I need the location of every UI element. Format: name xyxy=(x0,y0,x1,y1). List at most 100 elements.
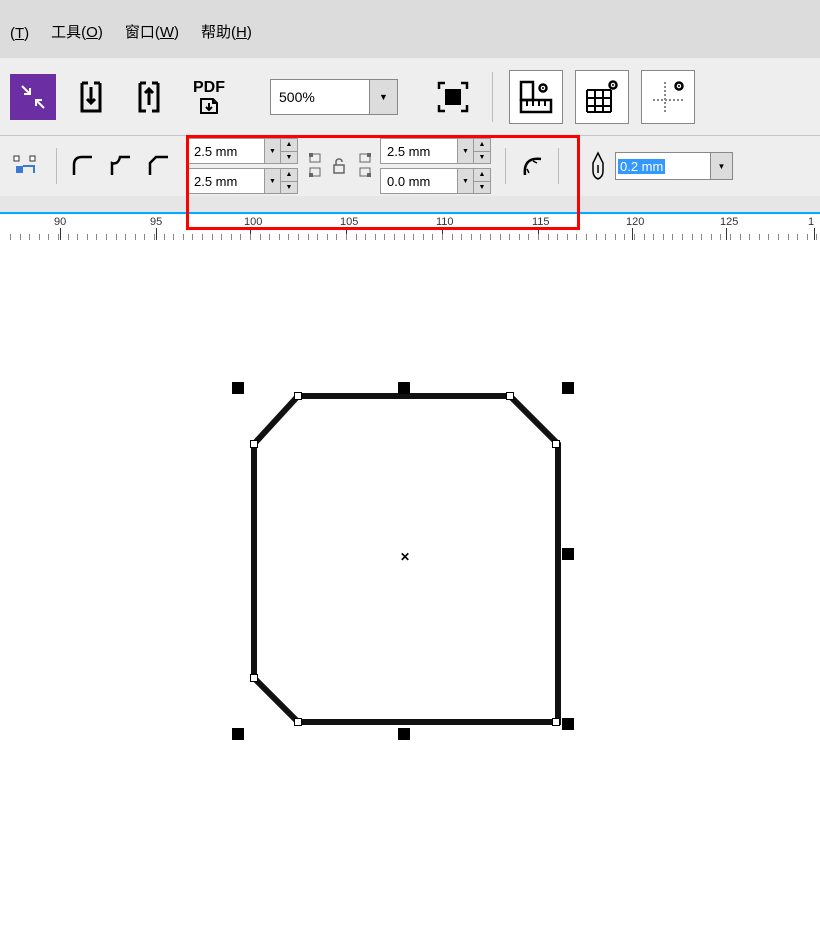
corner-tr-down[interactable]: ▼ xyxy=(474,152,490,164)
zoom-input[interactable]: 500% xyxy=(270,79,370,115)
corner-tr-spinner: 2.5 mm ▼ ▲ ▼ xyxy=(380,138,491,164)
scallop-corner-button[interactable] xyxy=(105,150,137,182)
node-handle[interactable] xyxy=(506,392,514,400)
corner-tl-unit-dd[interactable]: ▼ xyxy=(265,139,281,163)
rulers-toggle[interactable] xyxy=(509,70,563,124)
rotation-center-marker[interactable]: ✕ xyxy=(400,550,410,564)
gap-bar xyxy=(0,196,820,212)
corner-tr-unit-dd[interactable]: ▼ xyxy=(458,139,474,163)
grid-toggle[interactable] xyxy=(575,70,629,124)
export-button[interactable] xyxy=(126,74,172,120)
tl-corner-indicator xyxy=(308,153,324,165)
ruler-label: 115 xyxy=(532,216,550,228)
outline-width-control: 0.2 mm ▼ xyxy=(589,151,733,181)
export-icon xyxy=(131,79,167,115)
import-button[interactable] xyxy=(68,74,114,120)
ruler-label: 1 xyxy=(808,216,814,228)
pdf-icon xyxy=(197,97,221,115)
corner-bl-down[interactable]: ▼ xyxy=(281,182,297,194)
ruler-label: 100 xyxy=(244,216,262,228)
toolbar-main: PDF 500% ▼ xyxy=(0,58,820,136)
corner-left-stack: 2.5 mm ▼ ▲ ▼ 2.5 mm ▼ ▲ ▼ xyxy=(187,138,298,194)
corner-right-stack: 2.5 mm ▼ ▲ ▼ 0.0 mm ▼ ▲ ▼ xyxy=(380,138,491,194)
br-corner-indicator xyxy=(358,167,374,179)
node-handle[interactable] xyxy=(250,440,258,448)
corner-br-unit-dd[interactable]: ▼ xyxy=(458,169,474,193)
selection-handle-tl[interactable] xyxy=(232,382,244,394)
canvas-area[interactable]: ✕ xyxy=(0,240,820,920)
pdf-label: PDF xyxy=(193,79,225,97)
corner-lock-toggle[interactable] xyxy=(330,158,348,174)
chamfer-corner-button[interactable] xyxy=(143,150,175,182)
outline-width-input[interactable]: 0.2 mm xyxy=(615,152,711,180)
relative-corner-icon xyxy=(519,153,545,179)
arrows-in-icon xyxy=(19,83,47,111)
ruler-label: 90 xyxy=(54,216,66,228)
corner-bl-up[interactable]: ▲ xyxy=(281,169,297,182)
selection-handle-tm[interactable] xyxy=(398,382,410,394)
selection-handle-bl[interactable] xyxy=(232,728,244,740)
corner-tr-up[interactable]: ▲ xyxy=(474,139,490,152)
node-handle[interactable] xyxy=(552,440,560,448)
zoom-control: 500% ▼ xyxy=(270,79,398,115)
menu-bar: (T) 工具(O) 窗口(W) 帮助(H) xyxy=(0,0,820,58)
grid-icon xyxy=(583,78,621,116)
node-handle[interactable] xyxy=(294,718,302,726)
selection-handle-tr[interactable] xyxy=(562,382,574,394)
zoom-dropdown[interactable]: ▼ xyxy=(370,79,398,115)
node-handle[interactable] xyxy=(294,392,302,400)
corner-right-indicators xyxy=(358,153,374,179)
corner-left-indicators xyxy=(308,153,324,179)
divider-2 xyxy=(505,148,506,184)
menu-item-t[interactable]: (T) xyxy=(10,25,29,42)
shape-edit-icon[interactable] xyxy=(10,150,42,182)
corner-br-spinner: 0.0 mm ▼ ▲ ▼ xyxy=(380,168,491,194)
corner-tl-down[interactable]: ▼ xyxy=(281,152,297,164)
corner-type-buttons xyxy=(67,150,175,182)
corner-tl-spinner: 2.5 mm ▼ ▲ ▼ xyxy=(187,138,298,164)
divider xyxy=(56,148,57,184)
relative-corner-button[interactable] xyxy=(516,150,548,182)
guides-toggle[interactable] xyxy=(641,70,695,124)
selection-handle-mr[interactable] xyxy=(562,548,574,560)
import-icon xyxy=(73,79,109,115)
toolbar-properties: 2.5 mm ▼ ▲ ▼ 2.5 mm ▼ ▲ ▼ xyxy=(0,136,820,196)
menu-item-tools[interactable]: 工具(O) xyxy=(51,21,103,42)
toolbar-divider xyxy=(492,72,493,122)
menu-item-window[interactable]: 窗口(W) xyxy=(125,21,179,42)
corner-tl-input[interactable]: 2.5 mm xyxy=(187,138,265,164)
ruler-label: 105 xyxy=(340,216,358,228)
corner-br-up[interactable]: ▲ xyxy=(474,169,490,182)
collapse-button[interactable] xyxy=(10,74,56,120)
corner-br-down[interactable]: ▼ xyxy=(474,182,490,194)
ruler-label: 110 xyxy=(436,216,454,228)
fullscreen-icon xyxy=(433,77,473,117)
pdf-export-button[interactable]: PDF xyxy=(184,74,234,120)
outline-width-value: 0.2 mm xyxy=(618,159,665,174)
corner-bl-unit-dd[interactable]: ▼ xyxy=(265,169,281,193)
outline-width-dropdown[interactable]: ▼ xyxy=(711,152,733,180)
node-handle[interactable] xyxy=(552,718,560,726)
divider-3 xyxy=(558,148,559,184)
tr-corner-indicator xyxy=(358,153,374,165)
corner-tl-up[interactable]: ▲ xyxy=(281,139,297,152)
ruler-label: 95 xyxy=(150,216,162,228)
menu-item-help[interactable]: 帮助(H) xyxy=(201,21,252,42)
round-corner-button[interactable] xyxy=(67,150,99,182)
ruler-label: 125 xyxy=(720,216,738,228)
corner-bl-input[interactable]: 2.5 mm xyxy=(187,168,265,194)
pen-icon xyxy=(589,151,607,181)
chamfer-corner-icon xyxy=(146,153,172,179)
bl-corner-indicator xyxy=(308,167,324,179)
corner-tr-input[interactable]: 2.5 mm xyxy=(380,138,458,164)
guides-icon xyxy=(649,78,687,116)
selection-handle-bm[interactable] xyxy=(398,728,410,740)
ruler-label: 120 xyxy=(626,216,644,228)
scallop-corner-icon xyxy=(108,153,134,179)
node-handle[interactable] xyxy=(250,674,258,682)
horizontal-ruler[interactable]: 90 95 100 105 110 115 120 125 1 xyxy=(0,212,820,240)
selection-handle-br[interactable] xyxy=(562,718,574,730)
fullscreen-button[interactable] xyxy=(430,74,476,120)
corner-bl-spinner: 2.5 mm ▼ ▲ ▼ xyxy=(187,168,298,194)
corner-br-input[interactable]: 0.0 mm xyxy=(380,168,458,194)
